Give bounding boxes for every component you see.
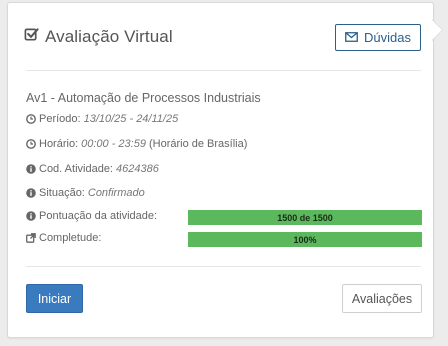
info-icon <box>26 188 36 198</box>
duvidas-label: Dúvidas <box>364 30 411 45</box>
iniciar-button[interactable]: Iniciar <box>26 284 83 313</box>
horario-value: 00:00 - 23:59 <box>81 138 146 150</box>
info-icon <box>26 211 36 221</box>
horario-timezone: (Horário de Brasília) <box>148 138 248 150</box>
divider <box>26 70 421 71</box>
check-square-icon <box>24 27 39 47</box>
divider <box>26 266 421 267</box>
codigo-label: Cod. Atividade: <box>39 163 113 175</box>
horario-row: Horário: 00:00 - 23:59 (Horário de Brasí… <box>26 138 247 150</box>
clock-icon <box>26 139 36 149</box>
periodo-row: Período: 13/10/25 - 24/11/25 <box>26 113 178 125</box>
completude-progress-bar: 100% <box>188 232 422 247</box>
activity-title: Av1 - Automação de Processos Industriais <box>26 91 261 105</box>
clock-icon <box>26 114 36 124</box>
codigo-value: 4624386 <box>116 163 159 175</box>
codigo-row: Cod. Atividade: 4624386 <box>26 163 159 175</box>
pontuacao-label: Pontuação da atividade: <box>39 210 158 222</box>
situacao-value: Confirmado <box>87 187 145 199</box>
periodo-value: 13/10/25 - 24/11/25 <box>83 113 179 125</box>
card-pointer <box>432 20 442 40</box>
card-header: Avaliação Virtual <box>24 27 173 47</box>
situacao-label: Situação: <box>39 187 85 199</box>
page-title: Avaliação Virtual <box>45 27 173 46</box>
external-link-icon <box>26 233 36 243</box>
completude-row: Completude: <box>26 232 101 244</box>
situacao-row: Situação: Confirmado <box>26 187 145 199</box>
envelope-icon <box>345 30 358 45</box>
pontuacao-row: Pontuação da atividade: <box>26 210 157 222</box>
duvidas-button[interactable]: Dúvidas <box>335 24 421 51</box>
info-icon <box>26 164 36 174</box>
avaliacoes-button[interactable]: Avaliações <box>342 284 422 313</box>
completude-label: Completude: <box>39 232 102 244</box>
periodo-label: Período: <box>39 113 81 125</box>
pontuacao-progress-bar: 1500 de 1500 <box>188 210 422 225</box>
horario-label: Horário: <box>39 138 79 150</box>
activity-card: Avaliação Virtual Dúvidas Av1 - Automaçã… <box>7 2 434 338</box>
